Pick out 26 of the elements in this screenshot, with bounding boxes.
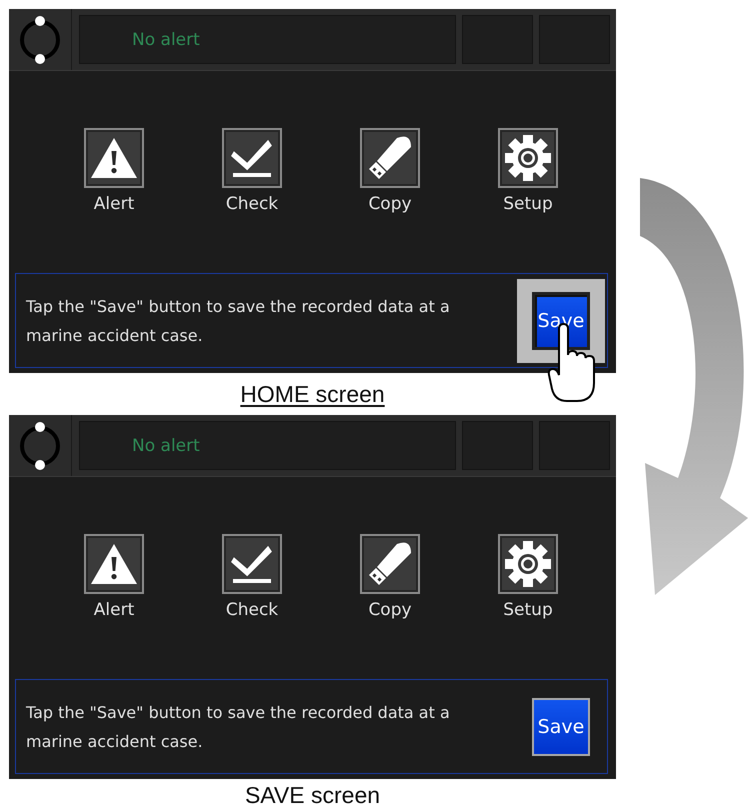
checkmark-icon xyxy=(231,544,273,584)
settings-icon xyxy=(505,135,551,181)
settings-icon xyxy=(505,541,551,587)
screen-caption: SAVE screen xyxy=(244,782,380,808)
ring-logo-icon xyxy=(18,420,62,470)
menu-button[interactable]: Alert xyxy=(45,128,183,214)
menu-button[interactable]: Copy xyxy=(321,128,459,214)
warning-icon xyxy=(90,543,138,585)
alert-field: No alert xyxy=(79,15,456,64)
usb-drive-icon xyxy=(367,541,413,587)
menu-button[interactable]: Setup xyxy=(459,534,597,620)
menu-button[interactable]: Copy xyxy=(321,534,459,620)
message-text: Tap the "Save" button to save the recorded data at a marine accident case. xyxy=(26,702,451,752)
alert-field: No alert xyxy=(79,421,456,470)
usb-drive-icon xyxy=(367,135,413,181)
menu-button[interactable]: Check xyxy=(183,128,321,214)
menu-button[interactable]: Setup xyxy=(459,128,597,214)
ring-logo-icon xyxy=(18,14,62,64)
checkmark-icon xyxy=(231,138,273,178)
message-text: Tap the "Save" button to save the recorded data at a marine accident case. xyxy=(26,296,451,346)
curved-arrow-icon xyxy=(640,178,748,598)
save-button[interactable]: Save xyxy=(532,698,590,756)
menu-button[interactable]: Alert xyxy=(45,534,183,620)
screen-caption: HOME screen xyxy=(240,380,385,408)
warning-icon xyxy=(90,137,138,179)
menu-button[interactable]: Check xyxy=(183,534,321,620)
